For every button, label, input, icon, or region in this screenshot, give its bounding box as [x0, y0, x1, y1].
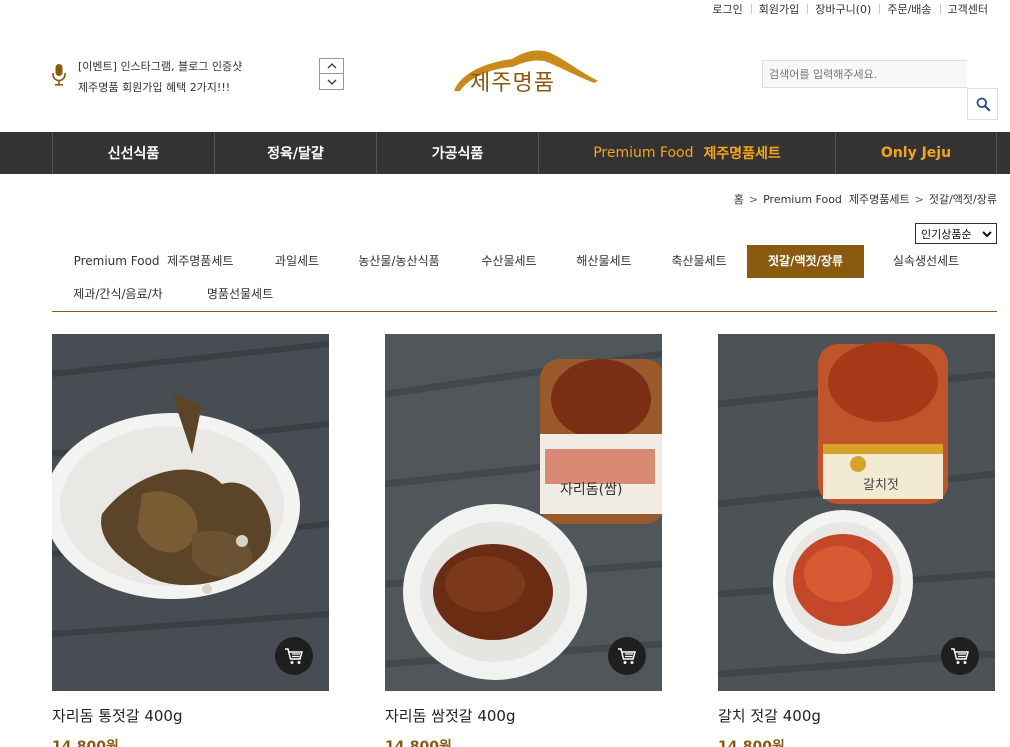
cart-link[interactable]: 장바구니(0) — [807, 1, 879, 17]
breadcrumb-separator: > — [748, 192, 759, 206]
notice-arrows — [319, 58, 344, 90]
search-button[interactable] — [967, 88, 998, 120]
subcat-fish-set[interactable]: 실속생선세트 — [870, 245, 982, 278]
notice-next-button[interactable] — [319, 74, 344, 90]
breadcrumb-current[interactable]: 젓갈/액젓/장류 — [929, 191, 997, 207]
chevron-up-icon — [327, 63, 336, 69]
notice-ticker: [이벤트] 인스타그램, 블로그 인증샷 제주명품 회원가입 혜택 2가지!!! — [52, 56, 242, 98]
subcat-premium-food[interactable]: Premium Food 제주명품세트 — [52, 245, 255, 278]
nav-processed-food[interactable]: 가공식품 — [377, 132, 539, 174]
breadcrumb: 홈 > Premium Food 제주명품세트 > 젓갈/액젓/장류 — [734, 191, 997, 207]
subcat-snacks[interactable]: 제과/간식/음료/차 — [52, 278, 184, 311]
nav-only-jeju[interactable]: Only Jeju — [836, 132, 997, 174]
product-name[interactable]: 갈치 젓갈 400g — [718, 705, 995, 726]
subcat-jeotgal-active[interactable]: 젓갈/액젓/장류 — [747, 245, 864, 278]
notice-prev-button[interactable] — [319, 58, 344, 74]
product-image[interactable]: 갈치젓 — [718, 334, 995, 691]
orders-link[interactable]: 주문/배송 — [879, 1, 939, 17]
utility-nav: 로그인 회원가입 장바구니(0) 주문/배송 고객센터 — [704, 0, 988, 18]
add-to-cart-button[interactable] — [941, 637, 979, 675]
nav-meat-eggs[interactable]: 정육/달걀 — [215, 132, 377, 174]
product-card[interactable]: 갈치젓 갈치 젓갈 400g 14,800원 — [718, 334, 995, 747]
product-card[interactable]: 자리돔 통젓갈 400g 14,800원 — [52, 334, 329, 747]
breadcrumb-level-1[interactable]: Premium Food 제주명품세트 — [763, 191, 910, 207]
nav-jeju-premium-set-label: 제주명품세트 — [703, 146, 781, 162]
site-logo[interactable]: 제주명품 — [452, 45, 600, 101]
search-box — [762, 60, 998, 120]
search-input[interactable] — [762, 60, 967, 88]
subcat-gift-set[interactable]: 명품선물세트 — [184, 278, 296, 311]
subcat-agricultural[interactable]: 농산물/농산식품 — [342, 245, 456, 278]
login-link[interactable]: 로그인 — [704, 1, 750, 17]
product-card[interactable]: 자리돔(쌈) 자리돔 쌈젓갈 400g 14,800원 — [385, 334, 662, 747]
breadcrumb-separator: > — [914, 192, 924, 206]
chevron-down-icon — [982, 231, 992, 238]
cart-icon — [618, 648, 636, 664]
product-price: 14,800원 — [385, 739, 452, 747]
subcat-fruit-set[interactable]: 과일세트 — [255, 245, 339, 278]
nav-fresh-food[interactable]: 신선식품 — [53, 132, 215, 174]
chevron-down-icon — [327, 79, 336, 85]
jar-label: 자리돔(쌈) — [560, 482, 622, 498]
subcat-seafood-set[interactable]: 수산물세트 — [464, 245, 554, 278]
nav-premium-food-label: Premium Food — [593, 145, 694, 161]
subcat-marine-set[interactable]: 해산물세트 — [559, 245, 649, 278]
logo-text: 제주명품 — [470, 71, 555, 96]
sort-select[interactable]: 인기상품순 — [915, 223, 997, 244]
product-price: 14,800원 — [718, 739, 785, 747]
product-name[interactable]: 자리돔 쌈젓갈 400g — [385, 705, 662, 726]
cart-icon — [951, 648, 969, 664]
jar-label: 갈치젓 — [863, 478, 899, 493]
product-image[interactable] — [52, 334, 329, 691]
main-nav: 신선식품 정육/달걀 가공식품 Premium Food 제주명품세트 Only… — [0, 132, 1010, 174]
customer-center-link[interactable]: 고객센터 — [939, 1, 988, 17]
notice-line-2[interactable]: 제주명품 회원가입 혜택 2가지!!! — [78, 77, 242, 98]
cart-icon — [285, 648, 303, 664]
sort-selected-value: 인기상품순 — [921, 227, 972, 241]
microphone-icon — [52, 64, 66, 86]
product-name[interactable]: 자리돔 통젓갈 400g — [52, 705, 329, 726]
add-to-cart-button[interactable] — [608, 637, 646, 675]
subcat-livestock-set[interactable]: 축산물세트 — [654, 245, 744, 278]
search-icon — [976, 97, 990, 111]
nav-premium-food[interactable]: Premium Food 제주명품세트 — [539, 132, 836, 174]
breadcrumb-home[interactable]: 홈 — [734, 191, 744, 207]
subcategory-tabs: Premium Food 제주명품세트 과일세트 농산물/농산식품 수산물세트 … — [52, 244, 997, 312]
add-to-cart-button[interactable] — [275, 637, 313, 675]
product-image[interactable]: 자리돔(쌈) — [385, 334, 662, 691]
notice-line-1[interactable]: [이벤트] 인스타그램, 블로그 인증샷 — [78, 56, 242, 77]
product-price: 14,800원 — [52, 739, 119, 747]
signup-link[interactable]: 회원가입 — [750, 1, 807, 17]
